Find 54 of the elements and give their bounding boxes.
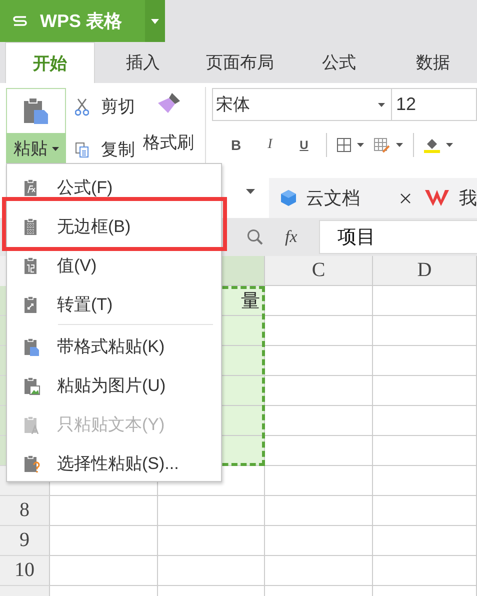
column-header[interactable]: D [373, 256, 477, 286]
caret-icon [378, 102, 385, 106]
draw-border-icon[interactable] [374, 138, 390, 152]
search-icon[interactable] [247, 229, 263, 245]
column-header[interactable]: C [265, 256, 373, 286]
clipboard-icon [23, 97, 50, 125]
logo-icon [12, 15, 28, 27]
formula-input[interactable]: 项目 [319, 220, 477, 254]
caret-icon[interactable] [396, 143, 403, 147]
copy-icon [75, 142, 90, 158]
font-size-field[interactable]: 12 [392, 88, 477, 121]
caret-icon[interactable] [246, 189, 255, 194]
menu-item[interactable]: 选择性粘贴(S)... [7, 444, 221, 483]
underline-button[interactable]: U [292, 138, 316, 152]
menu-item[interactable]: 公式(F) [7, 168, 221, 207]
menu-item[interactable]: 粘贴为图片(U) [7, 366, 221, 405]
clipboard-icon [24, 376, 40, 394]
paste-label: 粘贴 [14, 138, 48, 160]
ribbon-tab[interactable]: 开始 [5, 42, 95, 83]
row-header[interactable]: 9 [0, 526, 50, 556]
document-tab[interactable]: 云文档 [281, 186, 360, 210]
scissors-icon [75, 98, 90, 116]
ribbon-tab[interactable]: 页面布局 [191, 42, 289, 83]
row-header[interactable]: 10 [0, 556, 50, 586]
cube-icon [281, 190, 296, 206]
cell-text: 量 [241, 290, 261, 314]
bold-button[interactable]: B [224, 137, 248, 153]
ribbon-tab[interactable]: 插入 [95, 42, 191, 83]
caret-icon [52, 146, 59, 150]
app-menu-button[interactable] [145, 0, 165, 42]
italic-button[interactable]: I [258, 137, 282, 153]
clipboard-icon [24, 338, 40, 356]
borders-icon[interactable] [337, 138, 351, 152]
caret-icon[interactable] [357, 143, 364, 147]
close-icon[interactable] [400, 192, 411, 204]
w-logo-icon [425, 190, 449, 206]
cut-button[interactable]: 剪切 [75, 92, 136, 121]
caret-icon[interactable] [446, 143, 453, 147]
menu-item[interactable]: 值(V) [7, 246, 221, 285]
clipboard-question-icon [24, 454, 40, 472]
font-select[interactable]: 宋体 [212, 88, 392, 121]
copy-button[interactable]: 复制 [75, 135, 136, 164]
fill-color-icon[interactable] [424, 137, 440, 153]
ribbon-tab[interactable]: 数据 [389, 42, 477, 83]
format-painter-button[interactable]: 格式刷 [143, 83, 194, 154]
menu-item[interactable]: 无边框(B) [7, 207, 221, 246]
menu-item[interactable]: 转置(T) [7, 285, 221, 324]
ribbon-tab[interactable]: 公式 [289, 42, 389, 83]
caret-icon [151, 18, 159, 24]
clipboard-icon [24, 416, 40, 434]
document-tab[interactable]: 我 [425, 186, 477, 210]
app-title: WPS 表格 [40, 10, 122, 33]
row-header[interactable]: 8 [0, 496, 50, 526]
function-button[interactable]: fx [285, 227, 298, 247]
